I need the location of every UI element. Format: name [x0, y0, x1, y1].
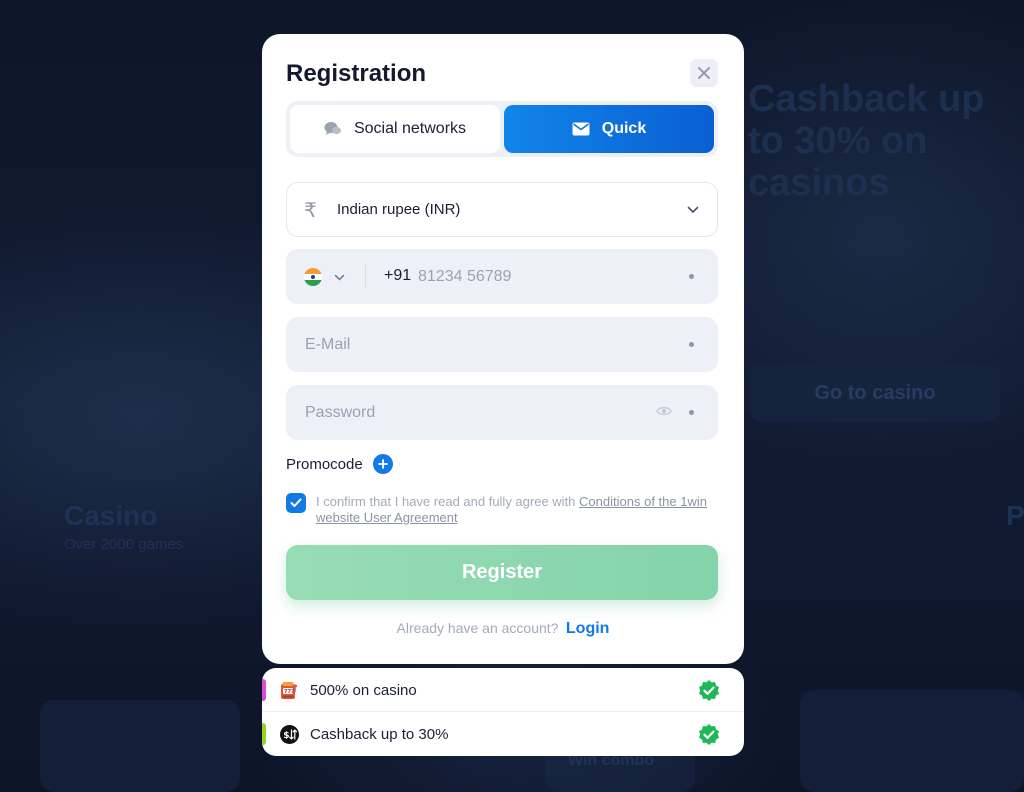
rupee-icon: ₹	[304, 197, 317, 222]
agreement-statement: I confirm that I have read and fully agr…	[316, 494, 576, 509]
agreement-text: I confirm that I have read and fully agr…	[316, 494, 716, 526]
bg-casino-subtitle: Over 2000 games	[64, 536, 184, 553]
login-prompt: Already have an account?	[396, 620, 559, 636]
bonus-label: 500% on casino	[310, 682, 417, 699]
cashback-icon: $	[280, 725, 299, 744]
phone-input[interactable]	[418, 249, 668, 304]
bonus-accent	[262, 679, 266, 701]
chat-bubble-icon	[324, 121, 342, 137]
check-badge-icon	[697, 679, 721, 703]
chevron-down-icon	[334, 274, 345, 281]
bonus-item: $ Cashback up to 30%	[262, 712, 744, 756]
tab-social-networks[interactable]: Social networks	[290, 105, 500, 153]
register-button[interactable]: Register	[286, 545, 718, 600]
password-field	[286, 385, 718, 440]
currency-select[interactable]: ₹ Indian rupee (INR)	[286, 182, 718, 237]
phone-country-code: +91	[384, 267, 412, 284]
bg-game-card	[800, 690, 1024, 792]
bonus-panel: 777 500% on casino $ Cashback up to 30%	[262, 668, 744, 756]
plus-icon	[372, 454, 393, 474]
registration-modal: Registration Social networks Quick ₹ Ind…	[262, 34, 744, 664]
india-flag-icon	[304, 268, 322, 286]
promocode-toggle[interactable]: Promocode	[286, 454, 393, 474]
bg-right-letter: P	[1006, 500, 1024, 531]
password-input[interactable]	[305, 385, 635, 440]
modal-title: Registration	[286, 60, 427, 87]
bg-game-card	[40, 700, 240, 792]
bg-casino-title: Casino	[64, 500, 158, 531]
envelope-icon	[572, 122, 590, 136]
login-row: Already have an account? Login	[262, 620, 744, 638]
required-indicator	[689, 342, 694, 347]
bonus-label: Cashback up to 30%	[310, 726, 449, 743]
tab-quick[interactable]: Quick	[504, 105, 714, 153]
eye-icon[interactable]	[656, 405, 672, 417]
close-button[interactable]	[690, 59, 718, 87]
agreement-checkbox[interactable]	[286, 493, 306, 513]
registration-tabs: Social networks Quick	[286, 101, 718, 157]
bg-go-to-casino-button: Go to casino	[750, 364, 1000, 422]
email-input[interactable]	[305, 317, 665, 372]
slot-machine-icon: 777	[280, 681, 299, 700]
phone-field: +91	[286, 249, 718, 304]
bonus-accent	[262, 723, 266, 745]
promocode-label: Promocode	[286, 455, 363, 473]
currency-selected-value: Indian rupee (INR)	[337, 201, 461, 218]
bonus-item: 777 500% on casino	[262, 668, 744, 712]
bg-hero-text: Cashback up to 30% on casinos	[748, 78, 985, 204]
check-badge-icon	[697, 723, 721, 747]
chevron-down-icon	[687, 206, 699, 214]
svg-text:$: $	[283, 731, 289, 741]
tab-social-networks-label: Social networks	[353, 120, 467, 137]
email-field	[286, 317, 718, 372]
login-link[interactable]: Login	[566, 620, 610, 637]
tab-quick-label: Quick	[601, 120, 647, 137]
close-icon	[697, 66, 711, 80]
svg-text:777: 777	[284, 689, 295, 695]
country-code-picker[interactable]	[304, 265, 345, 289]
required-indicator	[689, 410, 694, 415]
required-indicator	[689, 274, 694, 279]
phone-divider	[365, 265, 366, 288]
